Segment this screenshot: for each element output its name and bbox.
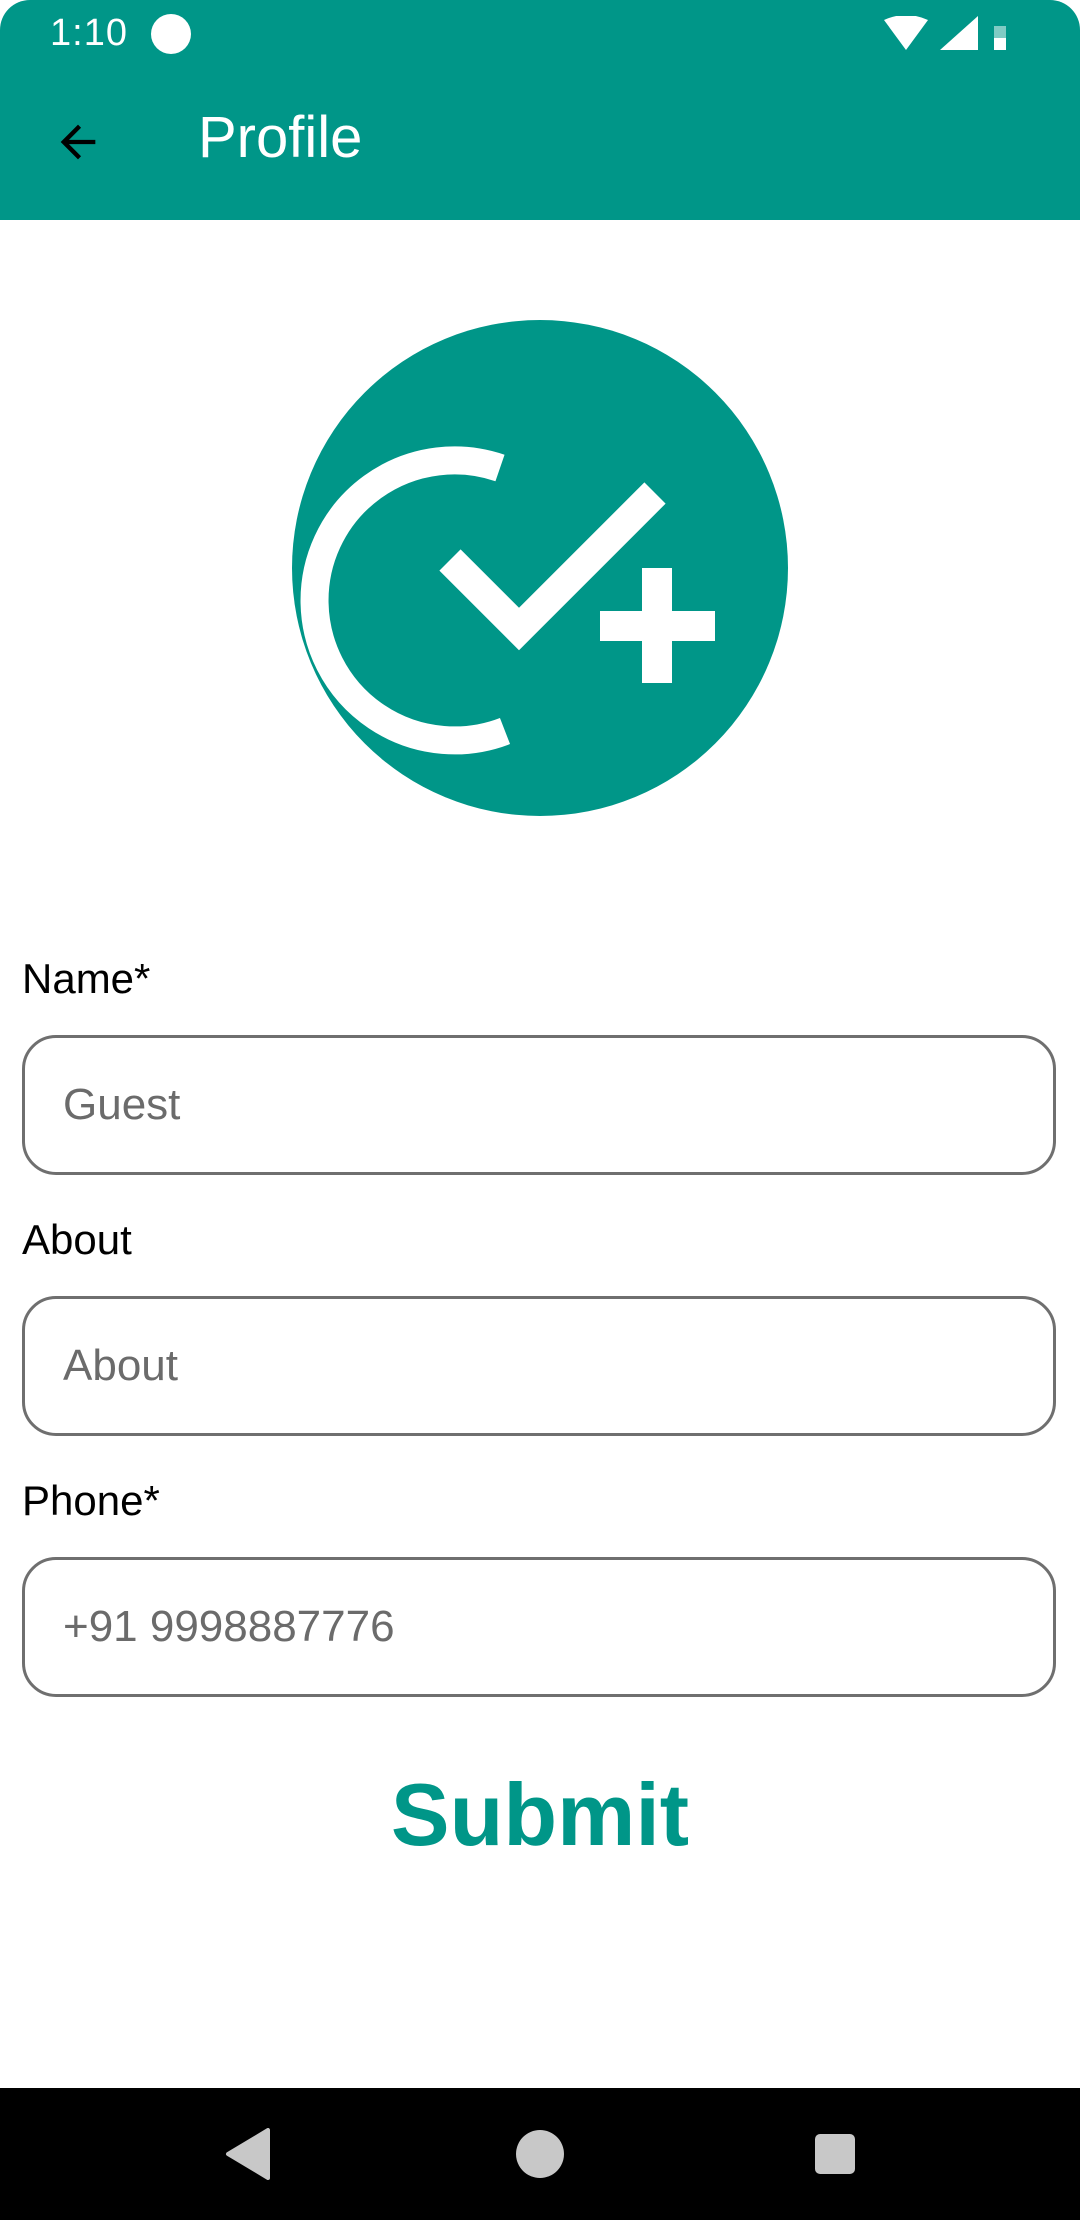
navigation-bar xyxy=(0,2088,1080,2220)
arrow-left-icon xyxy=(60,124,96,160)
app-bar: Profile xyxy=(0,66,1080,220)
record-dot-icon xyxy=(151,14,191,54)
status-bar: 1:10 xyxy=(0,0,1080,66)
battery-icon xyxy=(994,26,1006,50)
back-button[interactable] xyxy=(38,102,118,182)
nav-home-button[interactable] xyxy=(500,2114,580,2194)
nav-recents-button[interactable] xyxy=(795,2114,875,2194)
nav-back-button[interactable] xyxy=(208,2114,288,2194)
status-time: 1:10 xyxy=(50,12,128,54)
status-icons xyxy=(884,16,1010,50)
page-title: Profile xyxy=(198,105,363,170)
about-input[interactable] xyxy=(22,1296,1056,1436)
home-circle-icon xyxy=(516,2130,564,2178)
about-label: About xyxy=(22,1216,132,1263)
submit-button[interactable]: Submit xyxy=(340,1750,740,1880)
phone-input[interactable] xyxy=(22,1557,1056,1697)
profile-screen: 1:10 Profile Name* Guest About About Pho… xyxy=(0,0,1080,2220)
header: 1:10 Profile xyxy=(0,0,1080,220)
wifi-icon xyxy=(884,16,928,50)
signal-icon xyxy=(940,16,978,50)
phone-label: Phone* xyxy=(22,1477,160,1524)
back-triangle-icon xyxy=(226,2128,270,2180)
check-plus-logo xyxy=(292,320,788,816)
recents-square-icon xyxy=(815,2134,855,2174)
name-label: Name* xyxy=(22,955,151,1002)
name-input[interactable] xyxy=(22,1035,1056,1175)
